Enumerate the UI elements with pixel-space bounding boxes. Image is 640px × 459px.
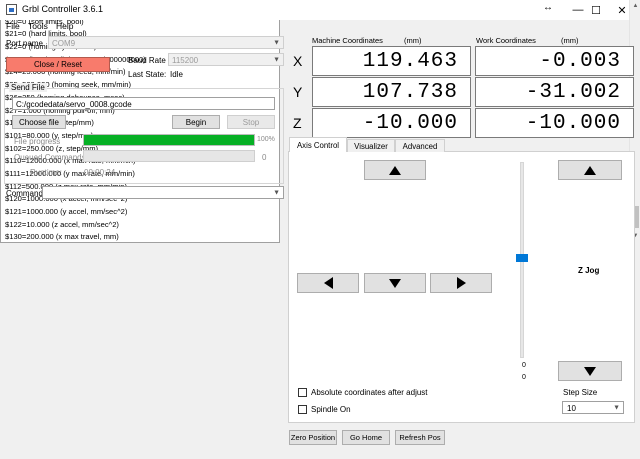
machine-y-display: 107.738	[312, 77, 471, 107]
window-title: Grbl Controller 3.6.1	[22, 4, 104, 14]
console-line: $121=1000.000 (y accel, mm/sec^2)	[5, 207, 128, 216]
console-line: $130=200.000 (x max travel, mm)	[5, 232, 119, 242]
last-state-value: Idle	[170, 70, 183, 79]
arrow-down-icon	[584, 366, 596, 376]
chevron-down-icon: ▼	[273, 39, 280, 46]
z-slider-thumb[interactable]	[516, 254, 528, 262]
tab-axis-control[interactable]: Axis Control	[289, 137, 347, 152]
arrow-down-icon	[389, 278, 401, 288]
axis-label-y: Y	[293, 84, 303, 100]
menu-help[interactable]: Help	[56, 21, 73, 31]
z-jog-label: Z Jog	[578, 266, 600, 275]
app-icon	[6, 4, 17, 15]
command-label: Command	[6, 189, 43, 198]
abs-coords-checkbox[interactable]	[298, 388, 307, 397]
jog-x-plus-button[interactable]	[430, 273, 492, 293]
port-name-label: Port name	[6, 39, 43, 48]
step-size-label: Step Size	[563, 388, 598, 397]
arrow-right-icon	[456, 277, 466, 289]
file-progress-percent: 100%	[257, 136, 275, 143]
go-home-button[interactable]: Go Home	[342, 430, 390, 445]
last-state-label: Last State:	[128, 70, 167, 79]
work-unit-label: (mm)	[561, 36, 579, 45]
jog-y-plus-button[interactable]	[364, 160, 426, 180]
choose-file-button[interactable]: Choose file	[12, 115, 66, 129]
runtime-label: Runtime:	[30, 168, 63, 177]
abs-coords-label: Absolute coordinates after adjust	[311, 388, 428, 397]
jog-z-plus-button[interactable]	[558, 160, 622, 180]
work-y-display: -31.002	[475, 77, 634, 107]
begin-button[interactable]: Begin	[172, 115, 220, 129]
queued-commands-bar	[83, 150, 255, 162]
machine-unit-label: (mm)	[404, 36, 422, 45]
jog-z-minus-button[interactable]	[558, 361, 622, 381]
arrow-up-icon	[389, 165, 401, 175]
send-file-group-label: Send File	[9, 83, 47, 92]
baud-rate-label: Baud Rate	[128, 56, 166, 65]
port-name-value: COM9	[52, 39, 76, 48]
stop-button[interactable]: Stop	[227, 115, 275, 129]
queued-commands-value: 0	[262, 153, 267, 162]
work-x-display: -0.003	[475, 46, 634, 76]
work-coordinates-label: Work Coordinates	[476, 36, 536, 45]
machine-coordinates-label: Machine Coordinates	[312, 36, 383, 45]
z-slider-value-top: 0	[522, 362, 526, 369]
queued-commands-label: Queued Commands	[14, 153, 86, 162]
file-path-value: C:/gcodedata/servo_0008.gcode	[16, 100, 132, 109]
port-name-select[interactable]: COM9 ▼	[48, 36, 284, 49]
z-slider-value-bottom: 0	[522, 374, 526, 381]
close-reset-button[interactable]: Close / Reset	[6, 57, 110, 72]
chevron-down-icon: ▼	[273, 189, 280, 196]
baud-rate-value: 115200	[172, 56, 199, 65]
command-input[interactable]: ▼	[42, 186, 284, 199]
arrow-up-icon	[584, 165, 596, 175]
machine-z-display: -10.000	[312, 108, 471, 138]
jog-x-minus-button[interactable]	[297, 273, 359, 293]
step-size-value: 10	[567, 404, 576, 413]
baud-rate-select[interactable]: 115200 ▼	[168, 53, 284, 66]
file-progress-fill	[84, 135, 254, 145]
machine-x-display: 119.463	[312, 46, 471, 76]
spindle-on-label: Spindle On	[311, 405, 351, 414]
file-path-field[interactable]: C:/gcodedata/servo_0008.gcode	[12, 97, 275, 110]
chevron-down-icon: ▼	[613, 404, 620, 411]
runtime-value: 00:00:24	[84, 168, 116, 177]
console-line: $122=10.000 (z accel, mm/sec^2)	[5, 219, 119, 229]
zero-position-button[interactable]: Zero Position	[289, 430, 337, 445]
step-size-select[interactable]: 10 ▼	[562, 401, 624, 414]
tab-advanced[interactable]: Advanced	[395, 139, 445, 152]
spindle-on-checkbox[interactable]	[298, 405, 307, 414]
menu-tools[interactable]: Tools	[28, 21, 48, 31]
arrow-left-icon	[323, 277, 333, 289]
file-progress-label: File progress	[14, 137, 61, 146]
tab-visualizer[interactable]: Visualizer	[347, 139, 395, 152]
file-progress-bar	[83, 134, 255, 146]
chevron-down-icon: ▼	[273, 56, 280, 63]
axis-label-z: Z	[293, 115, 302, 131]
resize-icon[interactable]: ↔	[538, 2, 558, 18]
axis-label-x: X	[293, 53, 303, 69]
work-z-display: -10.000	[475, 108, 634, 138]
jog-y-minus-button[interactable]	[364, 273, 426, 293]
refresh-pos-button[interactable]: Refresh Pos	[395, 430, 445, 445]
menu-file[interactable]: File	[6, 21, 20, 31]
